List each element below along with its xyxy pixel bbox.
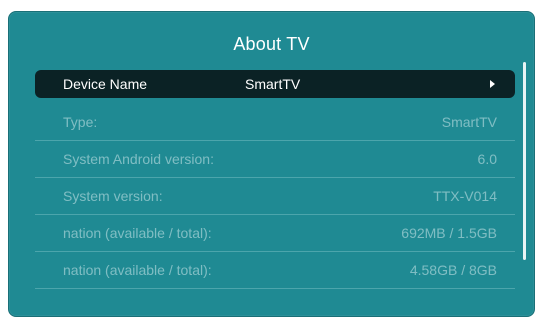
memory-label: nation (available / total): xyxy=(63,225,212,241)
about-tv-dialog: About TV Device Name SmartTV Type: Smart… xyxy=(8,11,535,317)
system-version-row: System version: TTX-V014 xyxy=(35,178,515,215)
storage-label: nation (available / total): xyxy=(63,262,212,278)
chevron-right-icon xyxy=(490,80,495,88)
android-version-value: 6.0 xyxy=(477,151,497,167)
memory-row: nation (available / total): 692MB / 1.5G… xyxy=(35,215,515,252)
device-name-row[interactable]: Device Name SmartTV xyxy=(35,70,515,98)
system-version-value: TTX-V014 xyxy=(433,188,497,204)
settings-list: Device Name SmartTV Type: SmartTV System… xyxy=(35,70,515,289)
scrollbar[interactable] xyxy=(523,62,526,260)
memory-value: 692MB / 1.5GB xyxy=(401,225,497,241)
device-name-label: Device Name xyxy=(63,76,148,92)
storage-row: nation (available / total): 4.58GB / 8GB xyxy=(35,252,515,289)
device-name-value: SmartTV xyxy=(245,76,301,92)
system-version-label: System version: xyxy=(63,188,163,204)
dialog-title: About TV xyxy=(233,34,310,54)
android-version-row: System Android version: 6.0 xyxy=(35,141,515,178)
storage-value: 4.58GB / 8GB xyxy=(409,262,497,278)
type-label: Type: xyxy=(63,114,98,130)
type-value: SmartTV xyxy=(441,114,497,130)
type-row: Type: SmartTV xyxy=(35,104,515,141)
android-version-label: System Android version: xyxy=(63,151,214,167)
